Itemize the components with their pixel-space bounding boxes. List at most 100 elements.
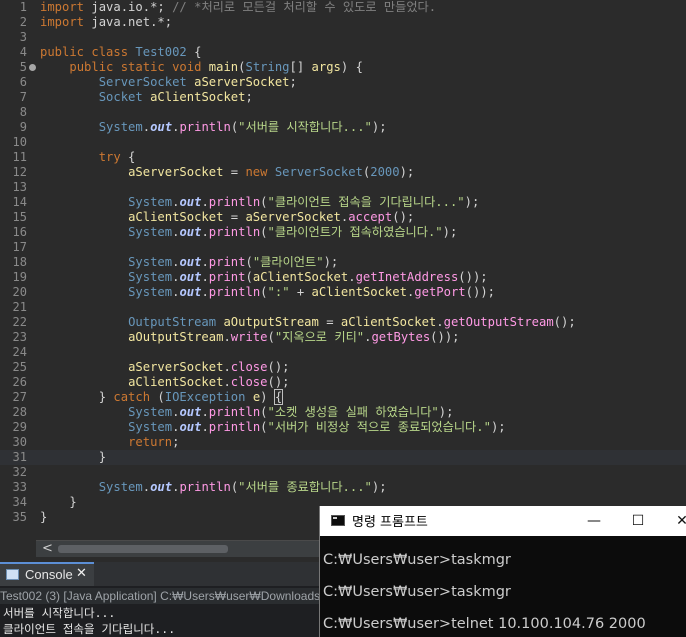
code-text: }	[40, 510, 47, 525]
code-line[interactable]: 16 System.out.println("클라이언트가 접속하였습니다.")…	[0, 225, 686, 240]
code-line[interactable]: 28 System.out.println("소켓 생성을 실패 하였습니다")…	[0, 405, 686, 420]
code-line[interactable]: 24	[0, 345, 686, 360]
code-token: public class	[40, 45, 136, 59]
code-token: +	[289, 285, 312, 299]
code-token: println	[179, 120, 231, 134]
code-line[interactable]: 9 System.out.println("서버를 시작합니다...");	[0, 120, 686, 135]
code-token: out	[150, 480, 173, 494]
code-line[interactable]: 27 } catch (IOException e) {	[0, 389, 686, 405]
code-token: ;	[172, 435, 180, 449]
code-line[interactable]: 2 import java.net.*;	[0, 15, 686, 30]
code-token: (	[260, 285, 268, 299]
scrollbar-thumb[interactable]	[58, 545, 228, 553]
line-number: 29	[12, 420, 27, 434]
code-token: );	[399, 165, 415, 179]
code-token: ) {	[340, 60, 363, 74]
code-token: "지옥으로 키티"	[274, 330, 365, 344]
code-token: "서버가 비정상 적으로 종료되었습니다."	[267, 420, 491, 434]
code-token: "클라이언트가 접속하였습니다."	[267, 225, 443, 239]
code-text: public static void main(String[] args) {	[40, 60, 363, 75]
code-token: );	[438, 405, 454, 419]
code-line[interactable]: 18 System.out.print("클라이언트");	[0, 255, 686, 270]
code-editor[interactable]: 1 import java.io.*; // *처리로 모든걸 처리할 수 있도로…	[0, 0, 686, 540]
maximize-button[interactable]: ☐	[618, 509, 658, 533]
code-line[interactable]: 15 aClientSocket = aServerSocket.accept(…	[0, 210, 686, 225]
code-line[interactable]: 14 System.out.println("클라이언트 접속을 기다립니다..…	[0, 195, 686, 210]
code-token: main	[208, 60, 239, 74]
code-text: OutputStream aOutputStream = aClientSock…	[40, 315, 576, 330]
code-token: out	[179, 420, 202, 434]
code-token: (	[245, 255, 253, 269]
code-line[interactable]: 23 aOutputStream.write("지옥으로 키티".getByte…	[0, 330, 686, 345]
code-token: )	[260, 390, 275, 404]
code-token: .	[223, 360, 231, 374]
code-token: (	[150, 390, 165, 404]
code-line[interactable]: 26 aClientSocket.close();	[0, 375, 686, 390]
code-line[interactable]: 19 System.out.print(aClientSocket.getIne…	[0, 270, 686, 285]
line-number: 33	[12, 480, 27, 494]
line-number: 24	[12, 345, 27, 359]
minimize-button[interactable]: —	[574, 509, 614, 533]
code-token: out	[150, 120, 173, 134]
close-icon[interactable]: ✕	[76, 566, 87, 581]
code-token: out	[179, 270, 202, 284]
code-text: try {	[40, 150, 136, 165]
code-line[interactable]: 8	[0, 105, 686, 120]
code-line[interactable]: 17	[0, 240, 686, 255]
code-token: aClientSocket	[128, 210, 224, 224]
code-line[interactable]: 3	[0, 30, 686, 45]
code-token: Socket	[98, 90, 143, 104]
code-token: (	[260, 225, 268, 239]
fold-marker-icon[interactable]	[29, 64, 36, 71]
code-line[interactable]: 33 System.out.println("서버를 종료합니다...");	[0, 480, 686, 495]
tab-console[interactable]: Console ✕	[0, 562, 94, 586]
cmd-output-line: C:₩Users₩user>taskmgr	[323, 552, 511, 568]
code-token: (	[260, 420, 268, 434]
line-number: 9	[19, 120, 27, 134]
close-button[interactable]: ✕	[662, 509, 686, 533]
code-line[interactable]: 32	[0, 465, 686, 480]
code-line[interactable]: 13	[0, 180, 686, 195]
code-line[interactable]: 25 aServerSocket.close();	[0, 360, 686, 375]
cmd-titlebar[interactable]: 명령 프롬프트 — ☐ ✕	[320, 506, 686, 536]
code-line[interactable]: 31 }	[0, 450, 686, 465]
scroll-left-icon[interactable]: <	[42, 541, 53, 557]
line-number: 21	[12, 300, 27, 314]
code-token: 2000	[370, 165, 400, 179]
code-token: ":"	[267, 285, 290, 299]
cmd-title: 명령 프롬프트	[352, 515, 428, 530]
line-number: 35	[12, 510, 27, 524]
code-text: System.out.print(aClientSocket.getInetAd…	[40, 270, 488, 285]
code-token: ());	[458, 270, 488, 284]
code-line[interactable]: 6 ServerSocket aServerSocket;	[0, 75, 686, 90]
line-number: 10	[12, 135, 27, 149]
code-token: []	[289, 60, 312, 74]
code-token: getBytes	[371, 330, 431, 344]
code-line[interactable]: 20 System.out.println(":" + aClientSocke…	[0, 285, 686, 300]
code-text: System.out.println("서버를 시작합니다...");	[40, 120, 387, 135]
code-line[interactable]: 5 public static void main(String[] args)…	[0, 60, 686, 75]
code-token: close	[230, 360, 268, 374]
code-line[interactable]: 7 Socket aClientSocket;	[0, 90, 686, 105]
code-token: aServerSocket	[128, 165, 224, 179]
code-token: ServerSocket	[98, 75, 187, 89]
command-prompt-window[interactable]: 명령 프롬프트 — ☐ ✕ C:₩Users₩user>taskmgr C:₩U…	[319, 506, 686, 637]
code-token: aClientSocket	[150, 90, 246, 104]
code-token: aOutputStream	[223, 315, 319, 329]
code-line[interactable]: 12 aServerSocket = new ServerSocket(2000…	[0, 165, 686, 180]
code-line[interactable]: 29 System.out.println("서버가 비정상 적으로 종료되었습…	[0, 420, 686, 435]
code-line[interactable]: 10	[0, 135, 686, 150]
code-line[interactable]: 1 import java.io.*; // *처리로 모든걸 처리할 수 있도로…	[0, 0, 686, 15]
line-number: 25	[12, 360, 27, 374]
line-number: 17	[12, 240, 27, 254]
code-line[interactable]: 22 OutputStream aOutputStream = aClientS…	[0, 315, 686, 330]
code-line[interactable]: 11 try {	[0, 150, 686, 165]
line-number: 31	[12, 450, 27, 464]
code-line[interactable]: 4 public class Test002 {	[0, 45, 686, 60]
code-line[interactable]: 30 return;	[0, 435, 686, 450]
code-token: "클라이언트 접속을 기다립니다..."	[267, 195, 465, 209]
code-token: out	[179, 195, 202, 209]
code-line[interactable]: 21	[0, 300, 686, 315]
